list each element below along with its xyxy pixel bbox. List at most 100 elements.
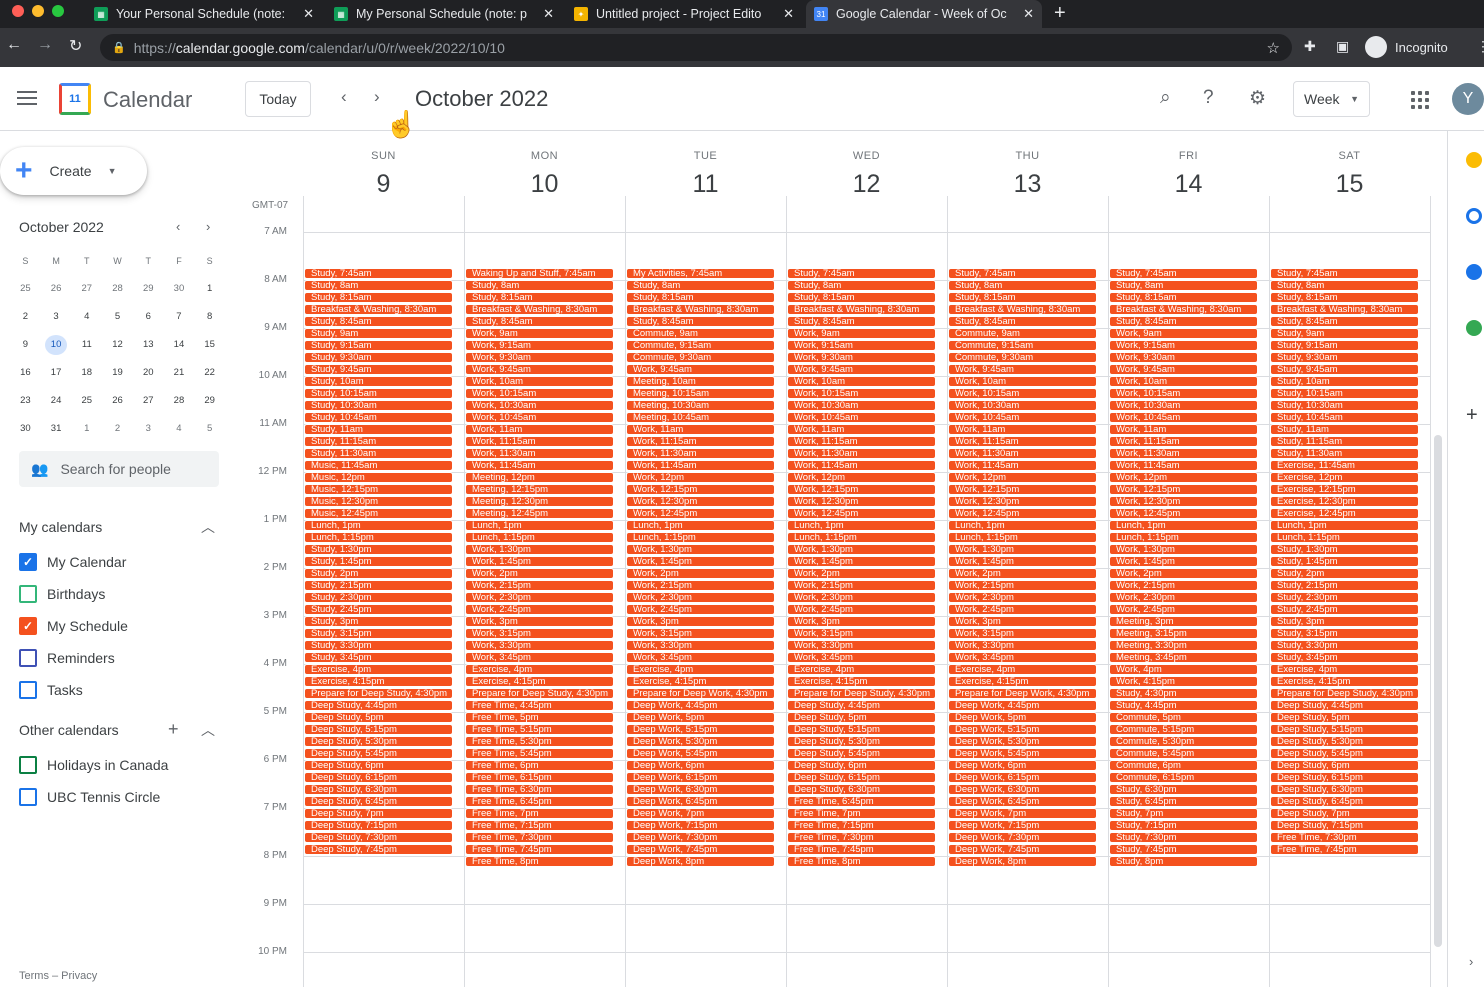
calendar-event[interactable]: Study, 11am xyxy=(304,424,453,435)
mini-day[interactable]: 6 xyxy=(133,307,164,327)
calendar-event[interactable]: Work, 9:45am xyxy=(1109,364,1258,375)
mini-day[interactable]: 30 xyxy=(10,419,41,439)
calendar-event[interactable]: Work, 3:15pm xyxy=(787,628,936,639)
next-week-icon[interactable]: › xyxy=(374,87,380,107)
calendar-event[interactable]: Work, 11:15am xyxy=(626,436,775,447)
calendar-event[interactable]: Deep Study, 5pm xyxy=(304,712,453,723)
calendar-event[interactable]: Work, 10:30am xyxy=(1109,400,1258,411)
browser-menu-icon[interactable]: ⋮ xyxy=(1476,38,1484,55)
calendar-event[interactable]: Music, 12pm xyxy=(304,472,453,483)
calendar-event[interactable]: Lunch, 1pm xyxy=(787,520,936,531)
calendar-event[interactable]: Study, 8:45am xyxy=(787,316,936,327)
calendar-event[interactable]: Study, 2:30pm xyxy=(1270,592,1419,603)
view-selector[interactable]: Week ▼ xyxy=(1293,81,1370,117)
calendar-logo-icon[interactable]: 11 xyxy=(59,83,91,115)
calendar-event[interactable]: Deep Study, 4:45pm xyxy=(1270,700,1419,711)
calendar-event[interactable]: Work, 2:30pm xyxy=(1109,592,1258,603)
calendar-event[interactable]: Work, 3:30pm xyxy=(787,640,936,651)
mini-day[interactable]: 12 xyxy=(102,335,133,355)
calendar-event[interactable]: Deep Work, 6:30pm xyxy=(948,784,1097,795)
address-bar[interactable]: 🔒 https://calendar.google.com/calendar/u… xyxy=(100,34,1292,61)
calendar-event[interactable]: Study, 1:30pm xyxy=(1270,544,1419,555)
calendar-item[interactable]: Holidays in Canada xyxy=(19,753,168,777)
calendar-event[interactable]: Free Time, 7:30pm xyxy=(787,832,936,843)
calendar-event[interactable]: Study, 8:45am xyxy=(948,316,1097,327)
calendar-event[interactable]: Exercise, 4pm xyxy=(948,664,1097,675)
calendar-event[interactable]: Work, 10am xyxy=(1109,376,1258,387)
calendar-event[interactable]: Deep Work, 7:15pm xyxy=(948,820,1097,831)
calendar-checkbox[interactable]: ✓ xyxy=(19,553,37,571)
mini-day[interactable]: 25 xyxy=(71,391,102,411)
calendar-event[interactable]: Deep Study, 5:30pm xyxy=(304,736,453,747)
calendar-event[interactable]: Free Time, 8pm xyxy=(465,856,614,867)
calendar-event[interactable]: Exercise, 4:15pm xyxy=(1270,676,1419,687)
calendar-event[interactable]: Deep Study, 5:45pm xyxy=(304,748,453,759)
calendar-event[interactable]: Lunch, 1pm xyxy=(948,520,1097,531)
calendar-event[interactable]: Free Time, 6:45pm xyxy=(465,796,614,807)
calendar-item[interactable]: UBC Tennis Circle xyxy=(19,785,160,809)
calendar-event[interactable]: Exercise, 4pm xyxy=(304,664,453,675)
calendar-event[interactable]: Work, 3:45pm xyxy=(948,652,1097,663)
calendar-event[interactable]: Lunch, 1:15pm xyxy=(465,532,614,543)
calendar-event[interactable]: Free Time, 7:30pm xyxy=(465,832,614,843)
mini-day[interactable]: 2 xyxy=(102,419,133,439)
calendar-event[interactable]: Work, 3:45pm xyxy=(787,652,936,663)
calendar-event[interactable]: Meeting, 3pm xyxy=(1109,616,1258,627)
maps-icon[interactable] xyxy=(1466,320,1482,336)
calendar-event[interactable]: Work, 3:30pm xyxy=(465,640,614,651)
calendar-event[interactable]: Work, 9:15am xyxy=(465,340,614,351)
mini-day[interactable]: 25 xyxy=(10,279,41,299)
calendar-event[interactable]: Deep Work, 5:45pm xyxy=(626,748,775,759)
calendar-event[interactable]: Exercise, 11:45am xyxy=(1270,460,1419,471)
calendar-event[interactable]: Breakfast & Washing, 8:30am xyxy=(304,304,453,315)
calendar-event[interactable]: Study, 3:45pm xyxy=(304,652,453,663)
calendar-item[interactable]: Reminders xyxy=(19,646,115,670)
mini-prev-month-icon[interactable]: ‹ xyxy=(176,219,180,234)
calendar-event[interactable]: Commute, 9:30am xyxy=(626,352,775,363)
calendar-event[interactable]: Free Time, 7pm xyxy=(787,808,936,819)
calendar-checkbox[interactable] xyxy=(19,649,37,667)
calendar-event[interactable]: Study, 2:30pm xyxy=(304,592,453,603)
calendar-event[interactable]: Commute, 9:15am xyxy=(948,340,1097,351)
calendar-item[interactable]: ✓ My Schedule xyxy=(19,614,128,638)
calendar-event[interactable]: Commute, 5:15pm xyxy=(1109,724,1258,735)
calendar-event[interactable]: Study, 9:15am xyxy=(1270,340,1419,351)
calendar-event[interactable]: Deep Work, 7pm xyxy=(948,808,1097,819)
day-number[interactable]: 11 xyxy=(625,170,786,199)
calendar-event[interactable]: Work, 3:15pm xyxy=(465,628,614,639)
calendar-event[interactable]: Music, 12:45pm xyxy=(304,508,453,519)
terms-privacy-link[interactable]: Terms – Privacy xyxy=(19,970,97,982)
calendar-event[interactable]: Work, 2:15pm xyxy=(626,580,775,591)
calendar-event[interactable]: Work, 2:45pm xyxy=(787,604,936,615)
calendar-event[interactable]: Work, 12pm xyxy=(1109,472,1258,483)
calendar-event[interactable]: Study, 3:30pm xyxy=(1270,640,1419,651)
calendar-event[interactable]: Deep Study, 6:30pm xyxy=(304,784,453,795)
calendar-event[interactable]: Deep Work, 7:45pm xyxy=(948,844,1097,855)
calendar-event[interactable]: Study, 1:45pm xyxy=(304,556,453,567)
tab-close-icon[interactable]: ✕ xyxy=(783,6,794,22)
calendar-event[interactable]: Study, 8:15am xyxy=(465,292,614,303)
calendar-event[interactable]: Deep Work, 6:30pm xyxy=(626,784,775,795)
calendar-event[interactable]: Free Time, 7pm xyxy=(465,808,614,819)
tasks-icon[interactable] xyxy=(1466,208,1482,224)
calendar-event[interactable]: Study, 10:30am xyxy=(304,400,453,411)
calendar-event[interactable]: Work, 3:15pm xyxy=(626,628,775,639)
new-tab-icon[interactable]: + xyxy=(1054,2,1066,25)
calendar-event[interactable]: Work, 3:15pm xyxy=(948,628,1097,639)
calendar-event[interactable]: Study, 8am xyxy=(1270,280,1419,291)
calendar-event[interactable]: Commute, 9am xyxy=(626,328,775,339)
calendar-event[interactable]: Deep Work, 6:15pm xyxy=(948,772,1097,783)
calendar-event[interactable]: Work, 11:30am xyxy=(626,448,775,459)
calendar-event[interactable]: Study, 7:45am xyxy=(1270,268,1419,279)
calendar-event[interactable]: Meeting, 10:15am xyxy=(626,388,775,399)
settings-gear-icon[interactable]: ⚙ xyxy=(1249,87,1266,110)
calendar-event[interactable]: Work, 9:30am xyxy=(465,352,614,363)
calendar-checkbox[interactable] xyxy=(19,788,37,806)
calendar-event[interactable]: Deep Study, 5:15pm xyxy=(787,724,936,735)
calendar-event[interactable]: Free Time, 7:30pm xyxy=(1270,832,1419,843)
calendar-event[interactable]: Study, 10am xyxy=(304,376,453,387)
other-calendars-heading[interactable]: Other calendars xyxy=(19,722,119,738)
calendar-event[interactable]: Study, 2:15pm xyxy=(304,580,453,591)
calendar-event[interactable]: Study, 8am xyxy=(948,280,1097,291)
calendar-event[interactable]: Work, 12:15pm xyxy=(1109,484,1258,495)
